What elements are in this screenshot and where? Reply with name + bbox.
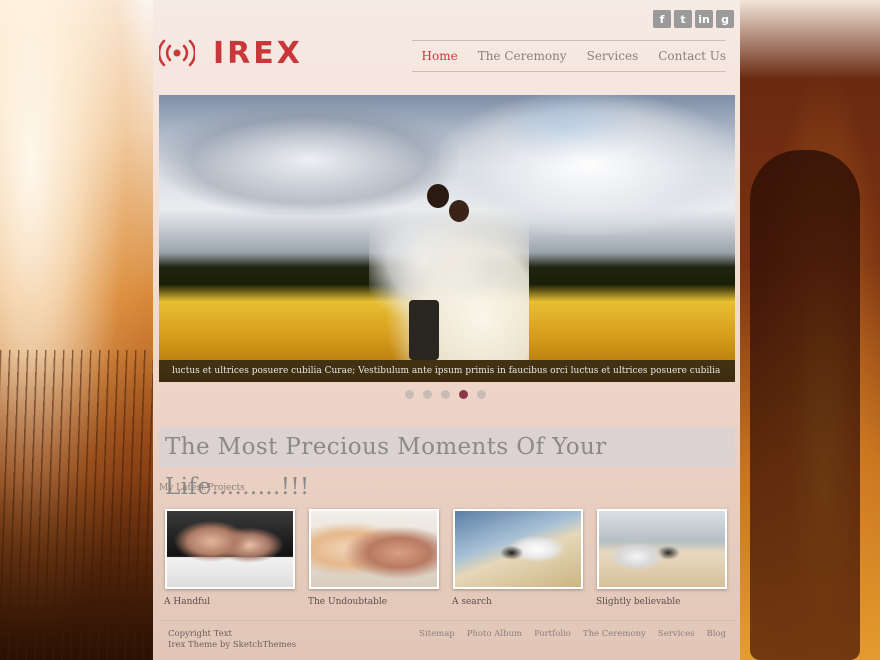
footer-link-portfolio[interactable]: Portfolio — [534, 629, 571, 639]
project-thumbnail[interactable] — [165, 509, 295, 589]
background-left-photo — [0, 0, 153, 660]
latest-projects-heading: My Latest Projects — [159, 483, 245, 493]
facebook-icon[interactable]: f — [653, 10, 671, 28]
bride-figure — [449, 200, 469, 222]
tagline-banner: The Most Precious Moments Of Your Life..… — [159, 427, 735, 500]
google-plus-icon[interactable]: g — [716, 10, 734, 28]
page-column: f t in g IREX Home The Ceremony Services… — [153, 0, 740, 660]
project-label[interactable]: The Undoubtable — [308, 597, 439, 607]
groom-figure — [427, 184, 449, 208]
slide-caption: luctus et ultrices posuere cubilia Curae… — [159, 360, 735, 382]
groom-legs — [409, 300, 439, 360]
footer-link-sitemap[interactable]: Sitemap — [419, 629, 455, 639]
nav-item-home[interactable]: Home — [422, 49, 458, 63]
footer-link-blog[interactable]: Blog — [706, 629, 726, 639]
background-couple-silhouette — [750, 150, 860, 660]
slider-pagination — [405, 390, 486, 399]
project-card[interactable]: The Undoubtable — [308, 509, 439, 607]
logo-text: IREX — [213, 35, 303, 71]
footer-divider — [159, 620, 735, 621]
footer-link-photo-album[interactable]: Photo Album — [467, 629, 522, 639]
nav-item-services[interactable]: Services — [587, 49, 639, 63]
project-card[interactable]: Slightly believable — [596, 509, 727, 607]
footer-credits: Copyright Text Irex Theme by SketchTheme… — [168, 629, 296, 651]
slider-dot-active[interactable] — [459, 390, 468, 399]
copyright-text: Copyright Text — [168, 629, 232, 639]
footer-link-services[interactable]: Services — [658, 629, 695, 639]
radio-signal-icon — [157, 36, 197, 70]
slider-dot[interactable] — [477, 390, 486, 399]
main-nav: Home The Ceremony Services Contact Us — [411, 40, 726, 72]
project-card[interactable]: A search — [452, 509, 583, 607]
theme-credit[interactable]: Irex Theme by SketchThemes — [168, 640, 296, 651]
project-thumbnail[interactable] — [453, 509, 583, 589]
linkedin-icon[interactable]: in — [695, 10, 713, 28]
project-thumbnail[interactable] — [309, 509, 439, 589]
background-grass — [0, 350, 153, 660]
project-label[interactable]: A search — [452, 597, 583, 607]
project-label[interactable]: Slightly believable — [596, 597, 727, 607]
projects-gallery: A Handful The Undoubtable A search Sligh… — [164, 509, 727, 607]
nav-item-the-ceremony[interactable]: The Ceremony — [478, 49, 567, 63]
footer-nav: Sitemap Photo Album Portfolio The Ceremo… — [419, 629, 726, 639]
social-links: f t in g — [653, 10, 734, 28]
site-logo[interactable]: IREX — [157, 35, 303, 71]
slider-dot[interactable] — [405, 390, 414, 399]
slider-dot[interactable] — [441, 390, 450, 399]
slider-dot[interactable] — [423, 390, 432, 399]
footer-link-the-ceremony[interactable]: The Ceremony — [583, 629, 646, 639]
project-label[interactable]: A Handful — [164, 597, 295, 607]
hero-slider[interactable]: luctus et ultrices posuere cubilia Curae… — [159, 95, 735, 382]
background-right-photo — [740, 0, 880, 660]
project-card[interactable]: A Handful — [164, 509, 295, 607]
twitter-icon[interactable]: t — [674, 10, 692, 28]
slide-couple-photo — [369, 180, 529, 360]
project-thumbnail[interactable] — [597, 509, 727, 589]
nav-item-contact-us[interactable]: Contact Us — [658, 49, 726, 63]
